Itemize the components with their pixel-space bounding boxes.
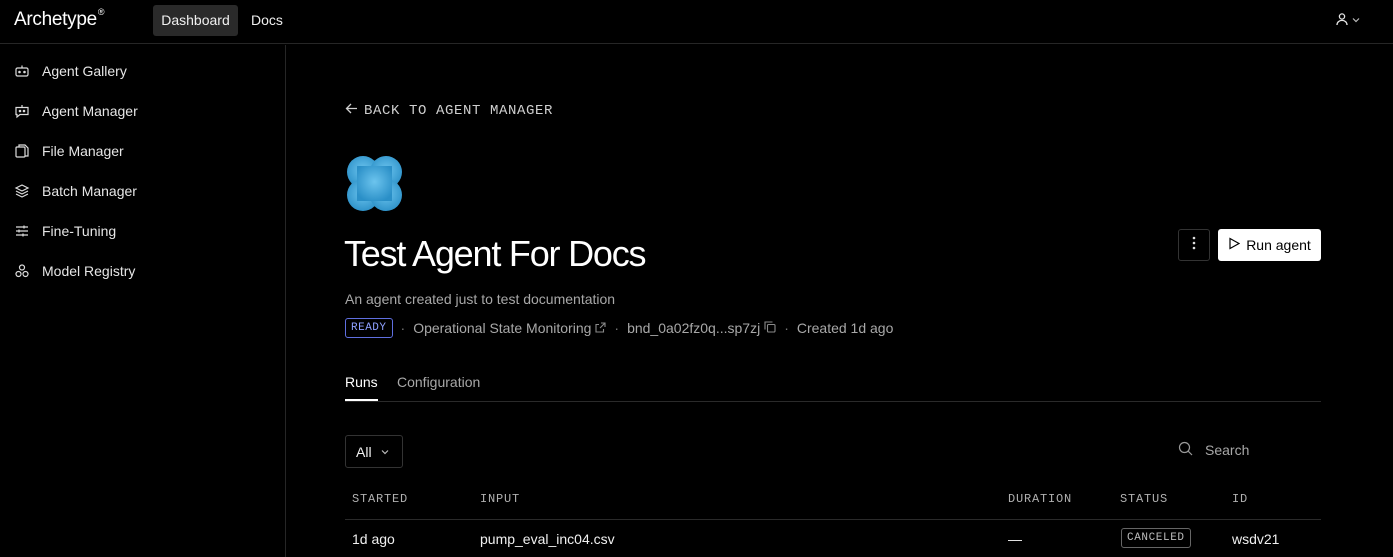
arrow-left-icon — [345, 102, 358, 120]
chevron-down-icon — [1351, 12, 1361, 30]
table-divider — [345, 519, 1321, 520]
agent-meta: READY · Operational State Monitoring · b… — [345, 317, 893, 339]
sliders-icon — [14, 223, 30, 239]
cell-input: pump_eval_inc04.csv — [480, 531, 615, 547]
files-icon — [14, 143, 30, 159]
created-time: Created 1d ago — [796, 320, 894, 336]
user-menu[interactable] — [1335, 12, 1365, 30]
status-badge: CANCELED — [1121, 528, 1191, 548]
more-options-button[interactable] — [1178, 229, 1210, 261]
sidebar-item-label: Batch Manager — [42, 183, 137, 199]
status-badge: READY — [345, 318, 393, 338]
page-title: Test Agent For Docs — [344, 233, 647, 274]
chevron-down-icon — [380, 444, 390, 460]
column-header-duration[interactable]: DURATION — [1008, 492, 1072, 506]
bot-icon — [14, 63, 30, 79]
sidebar-item-fine-tuning[interactable]: Fine-Tuning — [14, 220, 116, 242]
run-agent-label: Run agent — [1246, 237, 1311, 253]
sidebar-item-agent-gallery[interactable]: Agent Gallery — [14, 60, 127, 82]
layers-icon — [14, 183, 30, 199]
column-header-input[interactable]: INPUT — [480, 492, 520, 506]
back-link[interactable]: BACK TO AGENT MANAGER — [345, 102, 553, 120]
search-icon — [1178, 441, 1193, 459]
column-header-id[interactable]: ID — [1232, 492, 1248, 506]
lens-link[interactable]: Operational State Monitoring — [413, 320, 606, 336]
sidebar-item-agent-manager[interactable]: Agent Manager — [14, 100, 138, 122]
search-placeholder: Search — [1205, 442, 1250, 458]
sidebar-item-label: Agent Manager — [42, 103, 138, 119]
bot-message-icon — [14, 103, 30, 119]
external-link-icon — [595, 322, 606, 333]
tab-configuration[interactable]: Configuration — [397, 374, 480, 390]
filter-value: All — [356, 443, 372, 460]
column-header-started[interactable]: STARTED — [352, 492, 408, 506]
cell-duration: — — [1008, 531, 1022, 547]
run-agent-button[interactable]: Run agent — [1218, 229, 1321, 261]
sidebar-item-label: Agent Gallery — [42, 63, 127, 79]
sidebar-item-file-manager[interactable]: File Manager — [14, 140, 124, 162]
sidebar-item-label: File Manager — [42, 143, 124, 159]
app-logo[interactable]: Archetype® — [14, 7, 105, 31]
kebab-icon — [1192, 236, 1196, 255]
back-link-label: BACK TO AGENT MANAGER — [364, 103, 554, 119]
user-icon — [1335, 12, 1349, 31]
nav-dashboard[interactable]: Dashboard — [153, 5, 238, 36]
sidebar-item-label: Fine-Tuning — [42, 223, 117, 239]
play-icon — [1228, 237, 1241, 253]
nav-docs[interactable]: Docs — [251, 5, 283, 36]
copy-icon[interactable] — [764, 321, 776, 333]
search-input[interactable]: Search — [1178, 441, 1249, 459]
top-bar: Archetype® Dashboard Docs — [0, 0, 1393, 44]
sidebar-item-model-registry[interactable]: Model Registry — [14, 260, 135, 282]
boxes-icon — [14, 263, 30, 279]
sidebar-item-label: Model Registry — [42, 263, 136, 279]
status-filter-select[interactable]: All — [345, 435, 403, 468]
tabs: Runs Configuration — [345, 368, 1321, 402]
agent-avatar — [345, 154, 404, 213]
cell-id: wsdv21 — [1232, 531, 1280, 547]
tab-runs[interactable]: Runs — [345, 374, 378, 401]
agent-id[interactable]: bnd_0a02fz0q...sp7zj — [627, 320, 776, 336]
cell-started: 1d ago — [352, 531, 395, 547]
sidebar: Agent Gallery Agent Manager File Manager… — [0, 45, 286, 557]
agent-description: An agent created just to test documentat… — [345, 291, 616, 307]
sidebar-item-batch-manager[interactable]: Batch Manager — [14, 180, 137, 202]
column-header-status[interactable]: STATUS — [1120, 492, 1168, 506]
